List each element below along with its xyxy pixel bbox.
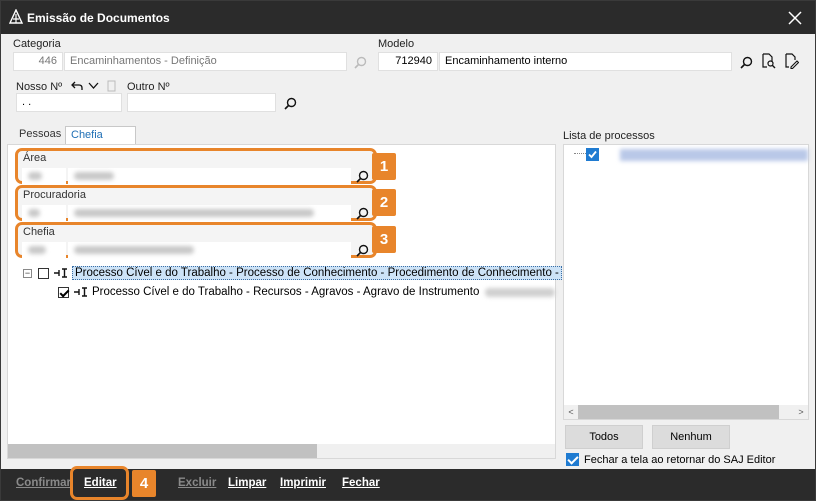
tree-node-icon — [54, 268, 67, 278]
tree-child-checkbox[interactable] — [58, 286, 69, 298]
close-on-return-option[interactable]: Fechar a tela ao retornar do SAJ Editor — [566, 453, 775, 466]
tree-child-label: Processo Cível e do Trabalho - Recursos … — [92, 286, 480, 298]
scroll-right-icon[interactable]: > — [794, 405, 808, 419]
procuradoria-search-icon[interactable] — [353, 204, 371, 222]
tree-parent-checkbox[interactable] — [38, 267, 49, 279]
categoria-label: Categoria — [13, 38, 61, 50]
chefia-code-field[interactable] — [22, 242, 66, 258]
tree-item-child[interactable]: Processo Cível e do Trabalho - Recursos … — [58, 284, 556, 300]
process-list-horizontal-scrollbar[interactable]: < > — [564, 405, 808, 419]
chefia-panel: Área Procuradoria Chefia − Processo Cíve… — [7, 144, 562, 459]
modelo-label: Modelo — [378, 38, 415, 50]
procuradoria-group: Procuradoria — [15, 185, 377, 221]
limpar-button[interactable]: Limpar — [228, 477, 266, 489]
process-item-redacted[interactable] — [620, 149, 808, 161]
select-none-button[interactable]: Nenhum — [652, 425, 730, 449]
close-on-return-label: Fechar a tela ao retornar do SAJ Editor — [584, 453, 776, 466]
nosso-numero-label: Nosso Nº — [16, 81, 63, 93]
window-title: Emissão de Documentos — [27, 11, 170, 25]
close-on-return-checkbox[interactable] — [566, 453, 579, 466]
document-search-icon[interactable] — [759, 52, 777, 70]
chefia-group: Chefia — [15, 222, 377, 258]
scrollbar-thumb[interactable] — [578, 405, 779, 419]
nosso-numero-field[interactable]: . . — [16, 93, 122, 112]
categoria-code-field: 446 — [13, 52, 63, 71]
imprimir-button[interactable]: Imprimir — [280, 477, 326, 489]
step-badge-2: 2 — [372, 189, 396, 216]
tree-horizontal-scrollbar[interactable] — [8, 444, 555, 458]
area-label: Área — [23, 152, 47, 164]
chefia-search-icon[interactable] — [353, 241, 371, 259]
emissao-documentos-window: Emissão de Documentos Categoria 446 Enca… — [0, 0, 816, 501]
categoria-name-field: Encaminhamentos - Definição — [64, 52, 347, 71]
outro-numero-search-icon[interactable] — [281, 94, 299, 112]
document-edit-icon[interactable] — [782, 52, 800, 70]
modelo-name-field[interactable]: Encaminhamento interno — [439, 52, 732, 71]
scrollbar-thumb[interactable] — [8, 444, 317, 458]
chefia-name-field[interactable] — [68, 242, 351, 258]
excluir-button[interactable]: Excluir — [178, 477, 216, 489]
tree-node-icon — [74, 287, 87, 297]
app-icon — [8, 8, 24, 25]
process-checkbox[interactable] — [586, 148, 599, 161]
fechar-button[interactable]: Fechar — [342, 477, 380, 489]
area-search-icon[interactable] — [353, 167, 371, 185]
area-name-field[interactable] — [68, 168, 351, 184]
procuradoria-label: Procuradoria — [23, 189, 86, 201]
outro-numero-field[interactable] — [127, 93, 276, 112]
modelo-search-icon[interactable] — [737, 53, 755, 71]
tab-pessoas[interactable]: Pessoas — [14, 126, 66, 144]
redacted-text — [485, 287, 556, 297]
outro-numero-label: Outro Nº — [127, 81, 170, 93]
tree-parent-label: Processo Cível e do Trabalho - Processo … — [72, 266, 562, 280]
procuradoria-name-field[interactable] — [68, 205, 351, 221]
chefia-label: Chefia — [23, 226, 55, 238]
lista-processos-list: < > — [563, 144, 809, 420]
step-badge-1: 1 — [372, 153, 396, 180]
select-all-button[interactable]: Todos — [565, 425, 643, 449]
lista-processos-label: Lista de processos — [563, 130, 655, 142]
scroll-left-icon[interactable]: < — [564, 405, 578, 419]
title-bar: Emissão de Documentos — [1, 1, 815, 34]
editar-highlight — [70, 466, 129, 500]
tree-item-parent[interactable]: − Processo Cível e do Trabalho - Process… — [23, 265, 562, 281]
close-icon[interactable] — [775, 1, 815, 34]
step-badge-3: 3 — [372, 226, 396, 253]
confirmar-button[interactable]: Confirmar — [16, 477, 71, 489]
area-code-field[interactable] — [22, 168, 66, 184]
collapse-icon[interactable]: − — [23, 268, 32, 278]
step-badge-4: 4 — [132, 470, 156, 497]
procuradoria-code-field[interactable] — [22, 205, 66, 221]
categoria-search-icon[interactable] — [351, 53, 369, 71]
modelo-code-field[interactable]: 712940 — [378, 52, 438, 71]
area-group: Área — [15, 148, 377, 184]
tab-chefia-responsavel[interactable]: Chefia responsável — [65, 126, 137, 157]
